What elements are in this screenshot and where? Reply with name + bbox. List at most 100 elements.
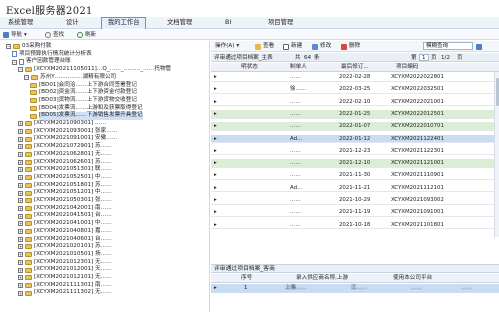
- expand-icon[interactable]: +: [18, 121, 23, 127]
- nav-button[interactable]: 导航 ▾: [3, 31, 27, 39]
- col-status[interactable]: 明状态: [241, 63, 258, 72]
- table-row[interactable]: ▸ …… 2021-11-30 XCYXM2021110901: [211, 171, 499, 181]
- ops-menu-button[interactable]: 操作(A) ▾: [215, 42, 239, 51]
- menu-documents[interactable]: 文档管理: [161, 17, 198, 29]
- refresh-button[interactable]: 刷新: [77, 31, 96, 39]
- sub-col-platform[interactable]: 使用本公司平台: [393, 274, 432, 283]
- expand-icon[interactable]: +: [18, 159, 23, 165]
- expand-icon[interactable]: +: [18, 229, 23, 235]
- expand-icon[interactable]: +: [18, 144, 23, 150]
- sub-col-supplier[interactable]: 录入供应商名称,上游: [296, 274, 348, 283]
- tree-item[interactable]: + [XCYXM2021041501] 台……: [0, 212, 112, 220]
- table-row[interactable]: ▸ Ad… 2021-11-21 XCYXM2021112101: [211, 184, 499, 193]
- col-maker[interactable]: 制单人: [290, 63, 307, 72]
- table-row[interactable]: ▸ …… 2022-02-10 XCYXM2022021001: [211, 98, 499, 107]
- tree-item[interactable]: + [XCYXM2021051201] 中……: [0, 189, 112, 197]
- table-row[interactable]: ▸ Ad… 2022-01-12 XCYXM2021122401: [211, 134, 499, 144]
- search-go-button[interactable]: [476, 42, 482, 51]
- page-input[interactable]: 1: [419, 54, 429, 61]
- expand-icon[interactable]: +: [18, 252, 23, 258]
- col-modified[interactable]: 最后修订...: [341, 63, 369, 72]
- expand-icon[interactable]: +: [18, 213, 23, 219]
- row-marker: ▸: [214, 184, 217, 191]
- col-code[interactable]: 项目编码: [396, 63, 418, 72]
- table-row[interactable]: ▸ …… 2022-02-28 XCYXM2022022801: [211, 73, 499, 82]
- folder-icon: [25, 229, 32, 235]
- collapse-icon[interactable]: −: [6, 44, 11, 50]
- tree-item[interactable]: + [XCYXM2021091001] 安徽……: [0, 135, 117, 143]
- expand-icon[interactable]: +: [18, 267, 23, 273]
- expand-icon[interactable]: +: [18, 175, 23, 181]
- collapse-icon[interactable]: −: [12, 59, 17, 65]
- expand-icon[interactable]: +: [18, 152, 23, 158]
- tree-item[interactable]: + [XCYXM2021051301] 联……: [0, 166, 112, 174]
- tree-item[interactable]: + [XCYXM2021052501] 中……: [0, 174, 112, 182]
- menu-project[interactable]: 项目管理: [262, 17, 299, 29]
- expand-icon[interactable]: +: [18, 128, 23, 134]
- expand-icon[interactable]: +: [18, 167, 23, 173]
- grid-scrollbar[interactable]: [494, 72, 499, 237]
- table-row[interactable]: ▸ …… 2022-01-25 XCYXM2022012501: [211, 109, 499, 119]
- table-row[interactable]: ▸ 徐…… 2022-03-25 XCYXM2022032501: [211, 85, 499, 94]
- tree-item[interactable]: + [XCYXM2021041001] 中……: [0, 220, 112, 228]
- tree-item[interactable]: − 客户因款管理台账: [0, 58, 71, 66]
- table-row[interactable]: ▸ …… 2021-10-29 XCYXM2021093002: [211, 196, 499, 205]
- expand-icon[interactable]: +: [18, 290, 23, 296]
- tree-item[interactable]: − 苏州Y……………湖精有限公司: [0, 74, 116, 82]
- tree-item[interactable]: + [XCYXM2021090301] ……: [0, 120, 106, 128]
- expand-icon[interactable]: +: [18, 282, 23, 288]
- row-marker: ▸: [214, 135, 217, 142]
- tree-item[interactable]: + [XCYXM2021040601] 台……: [0, 236, 112, 244]
- view-button[interactable]: 查看: [255, 42, 274, 51]
- tree-item[interactable]: + [XCYXM2021072901] 苏……: [0, 143, 112, 151]
- tree-item[interactable]: − [XCYXM20211105011]…Q_……_………_……托物管: [0, 66, 171, 74]
- folder-icon: [25, 198, 32, 204]
- menu-design[interactable]: 设计: [60, 17, 85, 29]
- new-button[interactable]: 新建: [283, 42, 302, 51]
- tree-item[interactable]: + [XCYXM2021020101] 苏……: [0, 243, 112, 251]
- expand-icon[interactable]: +: [18, 275, 23, 281]
- tree-item[interactable]: + [XCYXM2021012101] 无……: [0, 274, 112, 282]
- menu-system[interactable]: 系统管理: [2, 17, 39, 29]
- menu-bi[interactable]: BI: [219, 17, 237, 29]
- expand-icon[interactable]: +: [18, 190, 23, 196]
- tree-item[interactable]: + [XCYXM2021062801] 无……: [0, 151, 112, 159]
- query-button[interactable]: 查找: [45, 31, 64, 39]
- expand-icon[interactable]: +: [18, 198, 23, 204]
- menu-workbench[interactable]: 我的工作台: [101, 17, 147, 29]
- tree-item[interactable]: [BD05]发票流……下游销售发票开具登记: [0, 112, 143, 120]
- expand-icon[interactable]: +: [18, 221, 23, 227]
- tree-item-label: [XCYXM2021091001] 安徽……: [34, 135, 118, 142]
- tree-item[interactable]: + [XCYXM2021111302] 无……: [0, 289, 112, 297]
- sub-col-index[interactable]: 序号: [241, 274, 252, 283]
- table-row[interactable]: ▸ …… 2021-12-10 XCYXM2021121001: [211, 159, 499, 168]
- tree-item[interactable]: [BD02]资金流……上下游资金付款登记: [0, 89, 137, 97]
- tree-item[interactable]: + [XCYXM2021050301] 张……: [0, 197, 112, 205]
- table-row[interactable]: ▸ …… 2021-12-23 XCYXM2021122301: [211, 147, 499, 156]
- tree-item[interactable]: + [XCYXM2021062601] 苏……: [0, 159, 112, 167]
- collapse-icon[interactable]: −: [18, 67, 23, 73]
- tree-item[interactable]: − 03采购付款: [0, 43, 52, 51]
- fuzzy-search-input[interactable]: 模糊查询: [423, 42, 473, 50]
- folder-icon: [30, 82, 37, 88]
- expand-icon[interactable]: +: [18, 205, 23, 211]
- expand-icon[interactable]: +: [18, 259, 23, 265]
- table-row[interactable]: ▸ …… 2021-10-18 XCYXM2021101801: [211, 221, 499, 230]
- tree-item[interactable]: + [XCYXM2021010501] 扬……: [0, 251, 112, 259]
- expand-icon[interactable]: +: [18, 136, 23, 142]
- table-row[interactable]: ▸ …… 2022-01-07 XCYXM2022010701: [211, 122, 499, 131]
- tree-item[interactable]: [BD03]货物流……上下游货物交收登记: [0, 97, 137, 105]
- tree-item[interactable]: + [XCYXM2021012001] 天……: [0, 266, 112, 274]
- cell-code: XCYXM2021093002: [391, 197, 444, 203]
- delete-button[interactable]: 删除: [341, 42, 360, 51]
- tree-item[interactable]: [BD01]会同洽……上下游合同签署登记: [0, 82, 137, 90]
- expand-icon[interactable]: +: [18, 244, 23, 250]
- sub-grid-row[interactable]: ▸ 1 上海…… 江…… …… ……: [211, 284, 499, 293]
- collapse-icon[interactable]: −: [24, 75, 29, 81]
- edit-button[interactable]: 修改: [312, 42, 331, 51]
- expand-icon[interactable]: +: [18, 182, 23, 188]
- tree-item[interactable]: + [XCYXM2021040801] 嘉……: [0, 228, 112, 236]
- tab-main-archive[interactable]: 评审通过项目档案_主表: [214, 54, 273, 62]
- expand-icon[interactable]: +: [18, 236, 23, 242]
- table-row[interactable]: ▸ …… 2021-11-19 XCYXM2021091001: [211, 208, 499, 217]
